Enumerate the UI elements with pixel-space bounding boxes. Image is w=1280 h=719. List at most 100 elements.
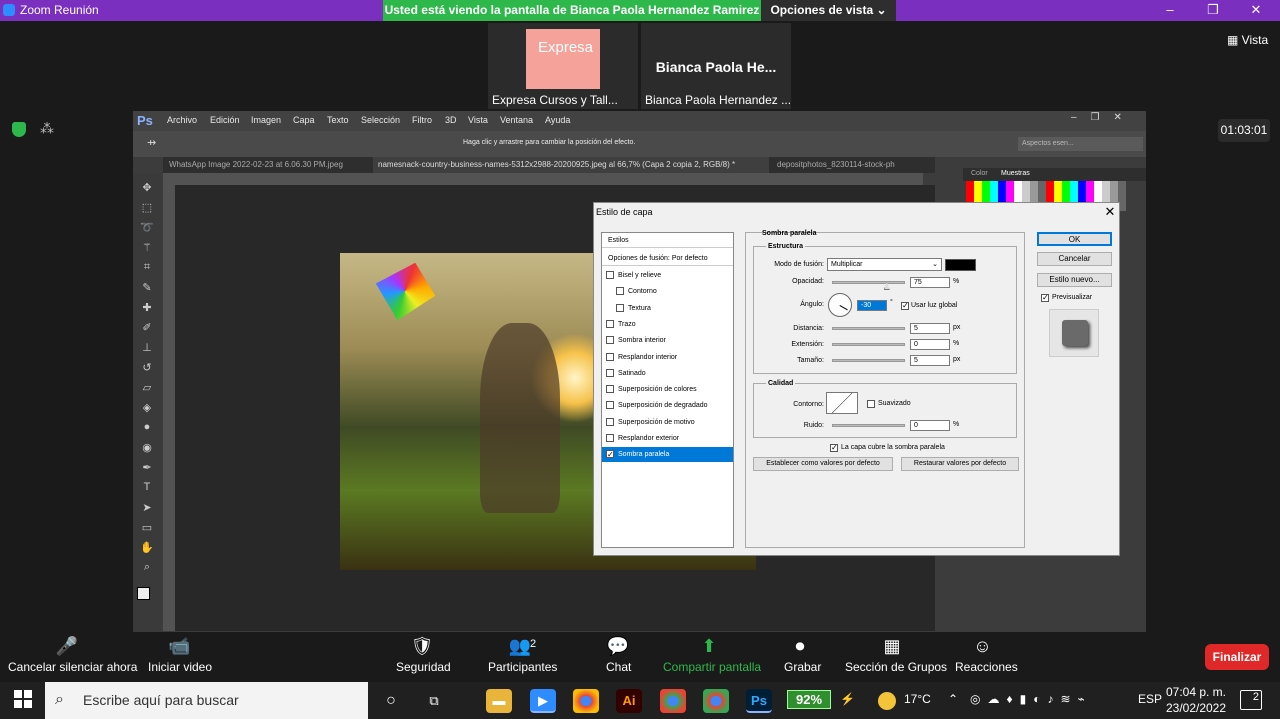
size-slider[interactable] bbox=[832, 359, 905, 362]
chevron-up-icon[interactable]: ⌃ bbox=[948, 692, 958, 706]
size-input[interactable]: 5 bbox=[910, 355, 950, 366]
style-item[interactable]: Bisel y relieve bbox=[602, 268, 733, 283]
participant-thumbnail-bianca[interactable]: Bianca Paola He... Bianca Paola Hernande… bbox=[641, 23, 791, 109]
ok-button[interactable]: OK bbox=[1037, 232, 1112, 246]
blend-options-item[interactable]: Opciones de fusión: Por defecto bbox=[602, 251, 733, 266]
participants-button[interactable]: 👥 Participantes 2 bbox=[488, 636, 557, 674]
style-item[interactable]: Contorno bbox=[602, 284, 733, 299]
angle-input[interactable]: -30 bbox=[857, 300, 887, 311]
path-select-icon[interactable]: ➤ bbox=[138, 501, 156, 515]
menu-archivo[interactable]: Archivo bbox=[167, 115, 197, 125]
windows-start-icon[interactable] bbox=[14, 690, 32, 708]
tab-swatches[interactable]: Muestras bbox=[1001, 170, 1030, 177]
taskbar-clock[interactable]: 07:04 p. m. 23/02/2022 bbox=[1164, 684, 1228, 716]
security-button[interactable]: 🛡 Seguridad bbox=[396, 636, 451, 674]
reactions-button[interactable]: ☺ Reacciones bbox=[955, 636, 1018, 674]
cortana-icon[interactable]: ○ bbox=[378, 689, 404, 713]
spread-slider[interactable] bbox=[832, 343, 905, 346]
history-brush-icon[interactable]: ↺ bbox=[138, 361, 156, 375]
weather-icon[interactable] bbox=[878, 692, 896, 710]
style-checkbox[interactable] bbox=[606, 319, 614, 328]
global-light-checkbox[interactable]: ✓ bbox=[901, 302, 909, 310]
set-default-button[interactable]: Establecer como valores por defecto bbox=[753, 457, 893, 471]
angle-dial[interactable] bbox=[828, 293, 852, 317]
menu-3d[interactable]: 3D bbox=[445, 115, 457, 125]
workspace-select[interactable]: Aspectos esen... bbox=[1018, 137, 1143, 151]
styles-header[interactable]: Estilos bbox=[602, 233, 733, 248]
eyedropper-icon[interactable]: ✎ bbox=[138, 281, 156, 295]
noise-input[interactable]: 0 bbox=[910, 420, 950, 431]
magic-wand-icon[interactable]: ⚚ bbox=[138, 241, 156, 255]
contour-picker[interactable] bbox=[826, 392, 858, 414]
distance-input[interactable]: 5 bbox=[910, 323, 950, 334]
opacity-input[interactable]: 75 bbox=[910, 277, 950, 288]
foreground-color[interactable] bbox=[137, 587, 150, 600]
style-checkbox[interactable] bbox=[606, 417, 614, 426]
noise-slider[interactable] bbox=[832, 424, 905, 427]
style-item[interactable]: Superposición de motivo bbox=[602, 415, 733, 430]
view-options-button[interactable]: Opciones de vista ⌄ bbox=[761, 0, 896, 21]
lasso-tool-icon[interactable]: ➰ bbox=[138, 221, 156, 235]
stamp-tool-icon[interactable]: ⊥ bbox=[138, 341, 156, 355]
style-item[interactable]: Trazo bbox=[602, 317, 733, 332]
chrome-profile-2-icon[interactable] bbox=[703, 689, 729, 713]
close-button[interactable]: ✕ bbox=[1236, 0, 1276, 21]
doc-tab-depositphotos[interactable]: depositphotos_8230114-stock-ph bbox=[777, 157, 907, 173]
chat-button[interactable]: 💬 Chat bbox=[606, 636, 631, 674]
photoshop-taskbar-icon[interactable]: Ps bbox=[746, 689, 772, 713]
ps-window-controls[interactable]: –❐✕ bbox=[1071, 112, 1141, 128]
style-item[interactable]: Textura bbox=[602, 301, 733, 316]
style-item[interactable]: Sombra paralela bbox=[602, 447, 733, 463]
chrome-profile-icon[interactable] bbox=[660, 689, 686, 713]
style-item[interactable]: Superposición de colores bbox=[602, 382, 733, 397]
minimize-button[interactable]: – bbox=[1150, 0, 1190, 21]
menu-ventana[interactable]: Ventana bbox=[500, 115, 533, 125]
move-tool-icon[interactable]: ✥ bbox=[138, 181, 156, 195]
shape-tool-icon[interactable]: ▭ bbox=[138, 521, 156, 535]
share-screen-button[interactable]: ⬆ Compartir pantalla bbox=[663, 636, 761, 674]
menu-filtro[interactable]: Filtro bbox=[412, 115, 432, 125]
menu-ayuda[interactable]: Ayuda bbox=[545, 115, 570, 125]
reset-default-button[interactable]: Restaurar valores por defecto bbox=[901, 457, 1019, 471]
style-checkbox[interactable] bbox=[606, 447, 614, 462]
eraser-tool-icon[interactable]: ▱ bbox=[138, 381, 156, 395]
menu-vista[interactable]: Vista bbox=[468, 115, 488, 125]
knockout-checkbox[interactable]: ✓ bbox=[830, 444, 838, 452]
menu-seleccion[interactable]: Selección bbox=[361, 115, 400, 125]
style-checkbox[interactable] bbox=[606, 385, 614, 394]
opacity-slider[interactable] bbox=[832, 281, 905, 284]
antialias-checkbox[interactable] bbox=[867, 400, 875, 408]
style-item[interactable]: Resplandor interior bbox=[602, 350, 733, 365]
hand-tool-icon[interactable]: ✋ bbox=[138, 541, 156, 555]
spread-input[interactable]: 0 bbox=[910, 339, 950, 350]
temperature[interactable]: 17°C bbox=[904, 692, 931, 706]
start-video-button[interactable]: 📹 Iniciar video bbox=[148, 636, 212, 674]
crop-tool-icon[interactable]: ⌗ bbox=[138, 261, 156, 275]
zoom-tool-icon[interactable]: ⌕ bbox=[138, 561, 156, 575]
end-meeting-button[interactable]: Finalizar bbox=[1205, 644, 1269, 670]
chrome-icon[interactable] bbox=[573, 689, 599, 713]
marquee-tool-icon[interactable]: ⬚ bbox=[138, 201, 156, 215]
system-tray-icons[interactable]: ◎☁♦▮◐♪≋⌁ bbox=[970, 692, 1092, 706]
menu-texto[interactable]: Texto bbox=[327, 115, 349, 125]
illustrator-icon[interactable]: Ai bbox=[616, 689, 642, 713]
style-checkbox[interactable] bbox=[616, 303, 624, 312]
style-checkbox[interactable] bbox=[606, 336, 614, 345]
style-checkbox[interactable] bbox=[606, 401, 614, 410]
tab-color[interactable]: Color bbox=[971, 170, 988, 177]
shadow-color-swatch[interactable] bbox=[945, 259, 976, 271]
view-mode-button[interactable]: ▦ Vista bbox=[1227, 33, 1268, 47]
style-checkbox[interactable] bbox=[606, 368, 614, 377]
doc-tab-namesnack[interactable]: namesnack-country-business-names-5312x29… bbox=[373, 157, 769, 173]
doc-tab-whatsapp[interactable]: WhatsApp Image 2022-02-23 at 6.06.30 PM.… bbox=[169, 157, 369, 173]
zoom-taskbar-icon[interactable]: ▶ bbox=[530, 689, 556, 713]
pen-tool-icon[interactable]: ✒ bbox=[138, 461, 156, 475]
menu-edicion[interactable]: Edición bbox=[210, 115, 240, 125]
style-checkbox[interactable] bbox=[606, 352, 614, 361]
style-item[interactable]: Resplandor exterior bbox=[602, 431, 733, 446]
style-item[interactable]: Superposición de degradado bbox=[602, 398, 733, 413]
cancel-button[interactable]: Cancelar bbox=[1037, 252, 1112, 266]
dodge-tool-icon[interactable]: ◉ bbox=[138, 441, 156, 455]
type-tool-icon[interactable]: T bbox=[138, 481, 156, 495]
restore-button[interactable]: ❐ bbox=[1193, 0, 1233, 21]
